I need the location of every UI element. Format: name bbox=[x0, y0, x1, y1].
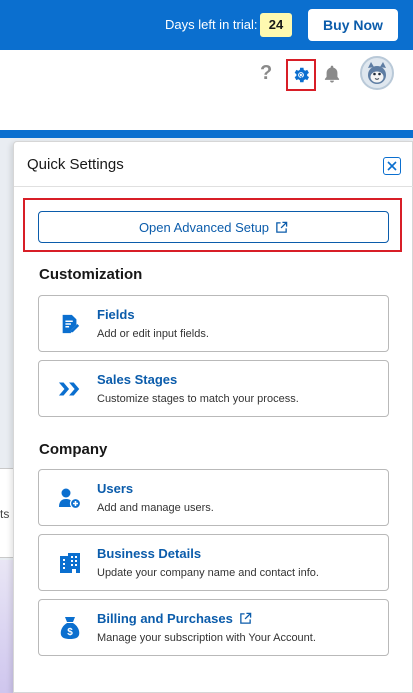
card-description: Update your company name and contact inf… bbox=[97, 567, 319, 579]
card-title: Sales Stages bbox=[97, 372, 178, 387]
close-icon bbox=[387, 161, 397, 171]
trial-days-badge: 24 bbox=[260, 13, 292, 37]
panel-title: Quick Settings bbox=[27, 156, 124, 173]
panel-divider bbox=[14, 186, 413, 187]
card-title: Users bbox=[97, 481, 134, 496]
section-heading-company: Company bbox=[39, 441, 108, 458]
external-link-icon bbox=[240, 612, 252, 624]
card-title: Billing and Purchases bbox=[97, 611, 233, 626]
top-bar: Days left in trial: 24 Buy Now bbox=[0, 0, 413, 50]
setup-gear-button[interactable]: Q bbox=[286, 59, 316, 91]
help-icon[interactable]: ? bbox=[260, 62, 272, 85]
gear-icon: Q bbox=[294, 67, 309, 83]
close-button[interactable] bbox=[383, 157, 401, 175]
avatar-icon bbox=[368, 62, 386, 84]
section-heading-customization: Customization bbox=[39, 266, 143, 283]
quick-settings-panel: Quick Settings Open Advanced Setup Custo… bbox=[13, 141, 413, 693]
avatar[interactable] bbox=[360, 56, 394, 90]
building-icon bbox=[58, 551, 82, 575]
background-app-strip bbox=[0, 130, 413, 138]
settings-card-users[interactable]: Users Add and manage users. bbox=[38, 469, 389, 526]
header-utilities: ? Q bbox=[0, 50, 413, 130]
card-description: Manage your subscription with Your Accou… bbox=[97, 632, 316, 644]
bell-icon[interactable] bbox=[322, 64, 342, 84]
card-description: Add or edit input fields. bbox=[97, 328, 209, 340]
background-partial-text: ts bbox=[0, 507, 10, 521]
settings-card-sales-stages[interactable]: Sales Stages Customize stages to match y… bbox=[38, 360, 389, 417]
user-add-icon bbox=[58, 486, 82, 510]
external-link-icon bbox=[276, 221, 288, 233]
svg-text:Q: Q bbox=[299, 73, 303, 79]
chevrons-icon bbox=[58, 377, 82, 401]
open-advanced-setup-button[interactable]: Open Advanced Setup bbox=[38, 211, 389, 243]
card-title: Fields bbox=[97, 307, 135, 322]
money-bag-icon: $ bbox=[58, 616, 82, 640]
settings-card-business-details[interactable]: Business Details Update your company nam… bbox=[38, 534, 389, 591]
fields-icon bbox=[58, 312, 82, 336]
card-title-with-link: Billing and Purchases bbox=[97, 611, 252, 626]
card-description: Add and manage users. bbox=[97, 502, 214, 514]
svg-text:$: $ bbox=[67, 627, 73, 638]
settings-card-fields[interactable]: Fields Add or edit input fields. bbox=[38, 295, 389, 352]
trial-label: Days left in trial: bbox=[165, 17, 258, 32]
advanced-setup-label: Open Advanced Setup bbox=[138, 219, 270, 235]
card-description: Customize stages to match your process. bbox=[97, 393, 299, 405]
card-title: Business Details bbox=[97, 546, 202, 561]
settings-card-billing[interactable]: $ Billing and Purchases Manage your subs… bbox=[38, 599, 389, 656]
buy-now-button[interactable]: Buy Now bbox=[308, 9, 398, 41]
